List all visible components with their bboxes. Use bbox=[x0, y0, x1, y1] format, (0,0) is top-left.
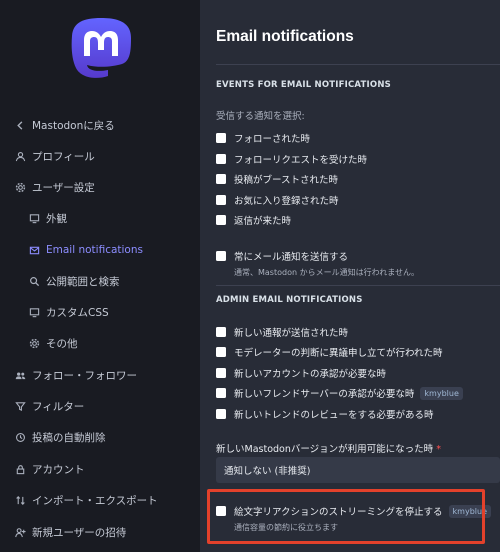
gear-icon bbox=[28, 337, 40, 349]
checkbox[interactable] bbox=[216, 133, 226, 143]
page-title: Email notifications bbox=[216, 28, 354, 45]
chevron-left-icon bbox=[14, 119, 26, 131]
highlight-box bbox=[207, 489, 485, 544]
sidebar: Mastodonに戻る プロフィール ユーザー設定 外観 Email notif… bbox=[0, 0, 200, 552]
option-mention[interactable]: 返信が来た時 bbox=[216, 213, 291, 227]
option-label: お気に入り登録された時 bbox=[234, 196, 339, 207]
filter-icon bbox=[14, 400, 26, 412]
sidebar-item-profile[interactable]: プロフィール bbox=[0, 142, 200, 170]
monitor-icon bbox=[28, 306, 40, 318]
checkbox[interactable] bbox=[216, 154, 226, 164]
option-follow-request[interactable]: フォローリクエストを受けた時 bbox=[216, 152, 367, 166]
option-admin-appeal[interactable]: モデレーターの判断に異議申し立てが行われた時 bbox=[216, 345, 443, 359]
gear-icon bbox=[14, 181, 26, 193]
sidebar-item-back[interactable]: Mastodonに戻る bbox=[0, 111, 200, 139]
option-label: 常にメール通知を送信する bbox=[234, 252, 349, 263]
checkbox[interactable] bbox=[216, 195, 226, 205]
checkbox[interactable] bbox=[216, 368, 226, 378]
sidebar-item-label: 外観 bbox=[46, 212, 67, 225]
version-select-label: 新しいMastodonバージョンが利用可能になった時 * bbox=[216, 441, 441, 455]
always-send-hint: 通常、Mastodon からメール通知は行われません。 bbox=[234, 268, 419, 277]
option-always-send[interactable]: 常にメール通知を送信する bbox=[216, 249, 348, 263]
sidebar-item-other[interactable]: その他 bbox=[0, 329, 200, 357]
sidebar-item-custom-css[interactable]: カスタムCSS bbox=[0, 298, 200, 326]
option-label: 投稿がブーストされた時 bbox=[234, 175, 339, 186]
import-export-icon bbox=[14, 494, 26, 506]
option-label: フォローリクエストを受けた時 bbox=[234, 155, 368, 166]
option-label: 新しいフレンドサーバーの承認が必要な時 bbox=[234, 389, 415, 400]
sidebar-item-label: フォロー・フォロワー bbox=[32, 369, 137, 382]
sidebar-item-import-export[interactable]: インポート・エクスポート bbox=[0, 486, 200, 514]
sidebar-item-account[interactable]: アカウント bbox=[0, 455, 200, 483]
search-icon bbox=[28, 275, 40, 287]
option-label: モデレーターの判断に異議申し立てが行われた時 bbox=[234, 348, 443, 359]
checkbox[interactable] bbox=[216, 347, 226, 357]
sidebar-item-filters[interactable]: フィルター bbox=[0, 392, 200, 420]
sidebar-item-label: フィルター bbox=[32, 400, 85, 413]
section-heading-events: EVENTS FOR EMAIL NOTIFICATIONS bbox=[216, 80, 391, 90]
required-mark: * bbox=[436, 444, 441, 455]
version-select-label-text: 新しいMastodonバージョンが利用可能になった時 bbox=[216, 444, 434, 455]
monitor-icon bbox=[28, 212, 40, 224]
option-admin-pending-account[interactable]: 新しいアカウントの承認が必要な時 bbox=[216, 366, 386, 380]
option-admin-trends[interactable]: 新しいトレンドのレビューをする必要がある時 bbox=[216, 407, 434, 421]
option-favourite[interactable]: お気に入り登録された時 bbox=[216, 193, 339, 207]
sidebar-item-auto-delete[interactable]: 投稿の自動削除 bbox=[0, 423, 200, 451]
option-label: 新しいトレンドのレビューをする必要がある時 bbox=[234, 410, 434, 421]
divider bbox=[216, 64, 500, 65]
sidebar-item-email-notifications[interactable]: Email notifications bbox=[0, 236, 200, 264]
sidebar-item-label: ユーザー設定 bbox=[32, 181, 95, 194]
sidebar-item-label: プロフィール bbox=[32, 150, 95, 163]
checkbox[interactable] bbox=[216, 251, 226, 261]
sidebar-item-appearance[interactable]: 外観 bbox=[0, 204, 200, 232]
option-label: 新しい通報が送信された時 bbox=[234, 328, 349, 339]
user-icon bbox=[14, 150, 26, 162]
envelope-icon bbox=[28, 244, 40, 256]
checkbox[interactable] bbox=[216, 215, 226, 225]
sidebar-item-label: Email notifications bbox=[46, 244, 143, 256]
sidebar-item-privacy[interactable]: 公開範囲と検索 bbox=[0, 267, 200, 295]
sidebar-item-relationships[interactable]: フォロー・フォロワー bbox=[0, 361, 200, 389]
sidebar-item-label: 投稿の自動削除 bbox=[32, 431, 106, 444]
user-plus-icon bbox=[14, 526, 26, 538]
option-label: フォローされた時 bbox=[234, 134, 311, 145]
sidebar-item-label: 新規ユーザーの招待 bbox=[32, 526, 127, 539]
checkbox[interactable] bbox=[216, 174, 226, 184]
divider bbox=[216, 285, 500, 286]
sidebar-item-label: Mastodonに戻る bbox=[32, 119, 115, 132]
sidebar-item-label: インポート・エクスポート bbox=[32, 494, 158, 507]
option-reblog[interactable]: 投稿がブーストされた時 bbox=[216, 172, 338, 186]
option-label: 新しいアカウントの承認が必要な時 bbox=[234, 369, 387, 380]
sidebar-item-invites[interactable]: 新規ユーザーの招待 bbox=[0, 518, 200, 546]
version-select[interactable]: 通知しない (非推奨) bbox=[216, 457, 500, 483]
sidebar-item-label: アカウント bbox=[32, 463, 85, 476]
option-follow[interactable]: フォローされた時 bbox=[216, 131, 310, 145]
history-icon bbox=[14, 431, 26, 443]
users-icon bbox=[14, 369, 26, 381]
option-admin-report[interactable]: 新しい通報が送信された時 bbox=[216, 325, 348, 339]
checkbox[interactable] bbox=[216, 409, 226, 419]
option-admin-friend-server[interactable]: 新しいフレンドサーバーの承認が必要な時 kmyblue bbox=[216, 386, 463, 400]
version-select-value: 通知しない (非推奨) bbox=[224, 466, 311, 477]
mastodon-logo-icon[interactable] bbox=[68, 16, 134, 84]
lock-icon bbox=[14, 463, 26, 475]
kmyblue-badge: kmyblue bbox=[420, 386, 463, 400]
sidebar-item-label: その他 bbox=[46, 337, 78, 350]
sidebar-item-label: カスタムCSS bbox=[46, 306, 109, 319]
main-content: Email notifications EVENTS FOR EMAIL NOT… bbox=[200, 0, 500, 552]
section-heading-admin: ADMIN EMAIL NOTIFICATIONS bbox=[216, 295, 363, 305]
option-label: 返信が来た時 bbox=[234, 216, 292, 227]
events-hint: 受信する通知を選択: bbox=[216, 111, 305, 122]
sidebar-item-preferences[interactable]: ユーザー設定 bbox=[0, 173, 200, 201]
checkbox[interactable] bbox=[216, 327, 226, 337]
sidebar-item-label: 公開範囲と検索 bbox=[46, 275, 120, 288]
checkbox[interactable] bbox=[216, 388, 226, 398]
